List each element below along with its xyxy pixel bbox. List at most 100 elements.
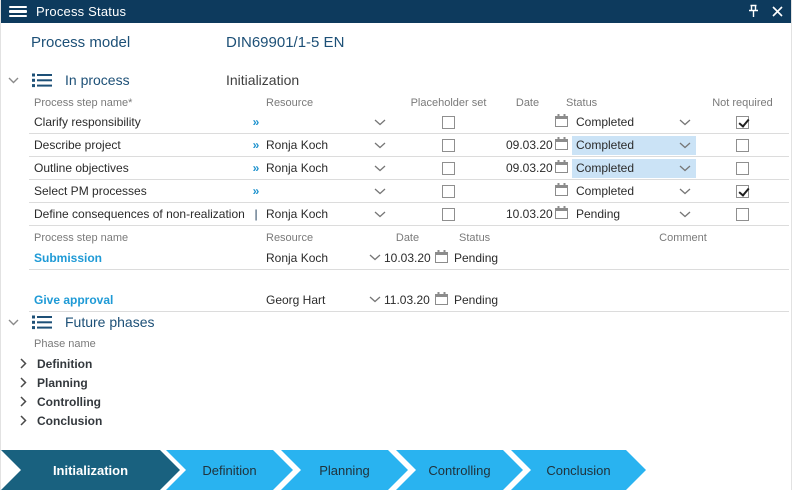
- chevron-down-icon: [679, 207, 691, 221]
- window-title: Process Status: [36, 4, 126, 19]
- resource-dropdown-icon[interactable]: [369, 165, 391, 172]
- col-header-step-name: Process step name: [29, 232, 263, 244]
- not-required-checkbox[interactable]: [736, 208, 749, 221]
- resource-dropdown-icon[interactable]: [369, 142, 391, 149]
- future-phases-section-header: Future phases: [1, 312, 792, 332]
- col-header-date: Date: [506, 97, 549, 109]
- placeholder-checkbox[interactable]: [442, 208, 455, 221]
- col-header-resource: Resource: [263, 232, 366, 244]
- date-value[interactable]: 11.03.20: [384, 293, 431, 307]
- resource-value[interactable]: Georg Hart: [263, 293, 366, 307]
- phase-arrow-planning[interactable]: Planning: [281, 450, 408, 490]
- phase-name: Controlling: [37, 395, 101, 409]
- col-header-placeholder: Placeholder set: [391, 97, 506, 109]
- phase-arrow-label: Controlling: [428, 463, 490, 478]
- status-dropdown[interactable]: Completed: [572, 136, 696, 155]
- resource-value[interactable]: Ronja Koch: [263, 207, 369, 221]
- calendar-icon[interactable]: [555, 160, 568, 176]
- date-value[interactable]: 10.03.20: [384, 251, 431, 265]
- menu-icon[interactable]: [9, 6, 27, 18]
- tree-item-conclusion[interactable]: Conclusion: [1, 411, 792, 430]
- status-value: Pending: [454, 293, 498, 307]
- table-row: Outline objectives » Ronja Koch 09.03.20…: [29, 157, 789, 180]
- calendar-icon[interactable]: [555, 206, 568, 222]
- status-dropdown[interactable]: Completed: [572, 159, 696, 178]
- tree-item-definition[interactable]: Definition: [1, 354, 792, 373]
- placeholder-checkbox[interactable]: [442, 162, 455, 175]
- not-required-checkbox[interactable]: [736, 139, 749, 152]
- calendar-icon[interactable]: [435, 250, 448, 266]
- jump-icon[interactable]: »: [253, 184, 260, 198]
- approvals-table-header: Process step name Resource Date Status C…: [29, 229, 789, 246]
- table-row: Select PM processes » Completed: [29, 180, 789, 203]
- status-value: Pending: [576, 207, 679, 221]
- phase-arrow-label: Initialization: [53, 463, 128, 478]
- table-row: Describe project » Ronja Koch 09.03.20 C…: [29, 134, 789, 157]
- calendar-icon[interactable]: [555, 114, 568, 130]
- not-required-checkbox[interactable]: [736, 185, 749, 198]
- step-link[interactable]: Give approval: [29, 293, 263, 307]
- status-dropdown[interactable]: Completed: [572, 182, 696, 201]
- resource-value[interactable]: Ronja Koch: [263, 251, 366, 265]
- chevron-down-icon: [679, 184, 691, 198]
- list-icon: [32, 73, 52, 88]
- col-header-resource: Resource: [263, 97, 369, 109]
- placeholder-checkbox[interactable]: [442, 185, 455, 198]
- in-process-title: In process: [65, 72, 130, 88]
- resource-dropdown-icon[interactable]: [366, 296, 384, 303]
- expand-chevron-icon[interactable]: [20, 377, 34, 388]
- phase-arrow-definition[interactable]: Definition: [166, 450, 293, 490]
- status-dropdown[interactable]: Pending: [572, 205, 696, 224]
- calendar-icon[interactable]: [555, 183, 568, 199]
- phase-arrow-controlling[interactable]: Controlling: [396, 450, 523, 490]
- resource-dropdown-icon[interactable]: [366, 254, 384, 261]
- col-header-status: Status: [431, 232, 577, 244]
- tree-item-controlling[interactable]: Controlling: [1, 392, 792, 411]
- calendar-icon[interactable]: [435, 292, 448, 308]
- cursor-bar-icon[interactable]: |: [254, 207, 257, 221]
- col-header-phase-name: Phase name: [34, 338, 96, 350]
- approvals-table: Process step name Resource Date Status C…: [29, 229, 789, 312]
- expand-chevron-icon[interactable]: [20, 358, 34, 369]
- step-name: Describe project: [29, 138, 249, 152]
- resource-value[interactable]: Ronja Koch: [263, 138, 369, 152]
- collapse-chevron-icon[interactable]: [8, 77, 19, 84]
- not-required-checkbox[interactable]: [736, 162, 749, 175]
- process-status-panel: Process Status Process model DIN69901/1-…: [0, 0, 792, 490]
- resource-dropdown-icon[interactable]: [369, 211, 391, 218]
- jump-icon[interactable]: »: [253, 138, 260, 152]
- date-value[interactable]: 09.03.20: [506, 138, 549, 152]
- table-row: Submission Ronja Koch 10.03.20 Pending: [29, 246, 789, 270]
- jump-icon[interactable]: »: [253, 115, 260, 129]
- phase-arrow-initialization[interactable]: Initialization: [1, 450, 180, 490]
- phase-arrow-conclusion[interactable]: Conclusion: [511, 450, 646, 490]
- placeholder-checkbox[interactable]: [442, 139, 455, 152]
- col-header-status: Status: [549, 97, 696, 109]
- expand-chevron-icon[interactable]: [20, 415, 34, 426]
- resource-value[interactable]: Ronja Koch: [263, 161, 369, 175]
- not-required-checkbox[interactable]: [736, 116, 749, 129]
- col-header-not-required: Not required: [696, 97, 789, 109]
- col-header-date: Date: [384, 232, 431, 244]
- col-header-comment: Comment: [577, 232, 789, 244]
- resource-dropdown-icon[interactable]: [369, 188, 391, 195]
- comment-area[interactable]: [29, 270, 789, 288]
- title-bar: Process Status: [1, 0, 792, 23]
- jump-icon[interactable]: »: [253, 161, 260, 175]
- process-steps-table: Process step name* Resource Placeholder …: [29, 94, 789, 226]
- phase-flow-bar: Initialization Definition Planning Contr…: [1, 450, 792, 490]
- resource-dropdown-icon[interactable]: [369, 119, 391, 126]
- placeholder-checkbox[interactable]: [442, 116, 455, 129]
- date-value[interactable]: 09.03.20: [506, 161, 549, 175]
- pin-icon[interactable]: [747, 4, 760, 19]
- expand-chevron-icon[interactable]: [20, 396, 34, 407]
- current-phase-label: Initialization: [226, 72, 299, 88]
- step-link[interactable]: Submission: [29, 251, 263, 265]
- status-dropdown[interactable]: Completed: [572, 113, 696, 132]
- tree-item-planning[interactable]: Planning: [1, 373, 792, 392]
- date-value[interactable]: 10.03.20: [506, 207, 549, 221]
- collapse-chevron-icon[interactable]: [8, 319, 19, 326]
- close-icon[interactable]: [772, 6, 783, 17]
- status-value: Completed: [576, 161, 679, 175]
- calendar-icon[interactable]: [555, 137, 568, 153]
